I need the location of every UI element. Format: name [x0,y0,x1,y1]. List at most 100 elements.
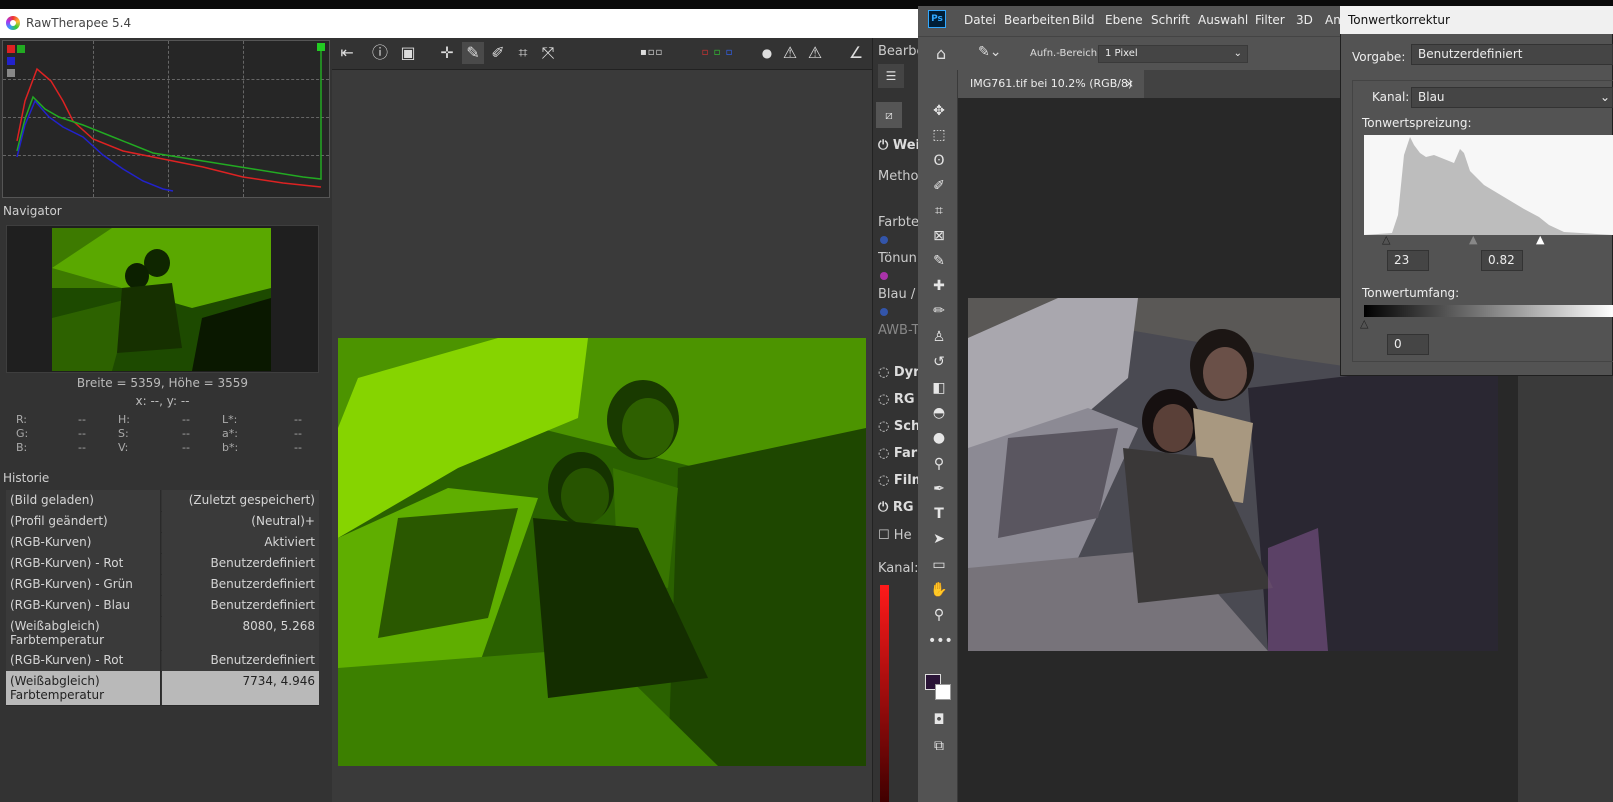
sample-size-select[interactable]: 1 Pixel ⌄ [1098,45,1248,63]
black-point-slider[interactable]: △ [1382,233,1390,246]
section-far[interactable]: ◌ Far [878,446,920,461]
input-black-field[interactable]: 23 [1387,250,1429,271]
eyedropper-tool-icon[interactable]: ✎ [928,251,950,271]
document-tab[interactable]: IMG761.tif bei 10.2% (RGB/8) × [958,70,1144,98]
marquee-tool-icon[interactable]: ⬚ [928,125,950,145]
blur-tool-icon[interactable]: ● [928,428,950,448]
history-row[interactable]: (RGB-Kurven) - Blau Benutzerdefiniert [6,595,319,617]
histogram-green-toggle[interactable] [17,45,25,53]
shadow-warning-icon[interactable]: ⚠ [779,42,801,64]
history-row[interactable]: (RGB-Kurven) - Rot Benutzerdefiniert [6,650,319,672]
rectangle-tool-icon[interactable]: ▭ [928,555,950,575]
history-brush-icon[interactable]: ↺ [928,352,950,372]
section-rgb-curves[interactable]: ⏻ RG [878,500,920,515]
eraser-tool-icon[interactable]: ◧ [928,378,950,398]
section-dynamic[interactable]: ◌ Dyn [878,365,920,380]
edit-tab-label[interactable]: Bearbe [878,44,920,59]
path-select-icon[interactable]: ➤ [928,529,950,549]
eyedropper-preset-icon[interactable]: ✎⌄ [978,44,1001,60]
crop-tool-icon[interactable]: ⌗ [512,42,534,64]
section-film[interactable]: ◌ Film [878,473,920,488]
histogram-red-toggle[interactable] [7,45,15,53]
info-icon[interactable]: ⓘ [369,42,391,64]
history-row[interactable]: (Profil geändert) (Neutral)+ [6,511,319,533]
paint-bucket-icon[interactable]: ◓ [928,403,950,423]
menu-bearbeiten[interactable]: Bearbeiten [1004,13,1070,27]
exposure-tab-icon[interactable]: ⧄ [876,102,902,128]
lasso-tool-icon[interactable]: ʘ [928,151,950,171]
history-row[interactable]: (Bild geladen) (Zuletzt gespeichert) [6,490,319,512]
white-balance-picker-icon[interactable]: ✎ [462,42,484,64]
white-balance-section[interactable]: ⏻ Wei [878,138,920,153]
value-label-s: S: [118,427,129,440]
luminosity-checkbox[interactable]: ☐ He [878,528,920,543]
output-black-slider[interactable]: △ [1360,317,1368,330]
quick-select-tool-icon[interactable]: ✐ [928,176,950,196]
menu-schrift[interactable]: Schrift [1151,13,1190,27]
close-icon[interactable]: × [1125,70,1134,98]
collapse-left-panel-icon[interactable]: ⇤ [336,42,358,64]
pen-tool-icon[interactable]: ✒ [928,479,950,499]
histogram-raw-indicator[interactable] [317,43,325,51]
navigator-thumbnail[interactable] [52,228,271,371]
rawtherapee-titlebar: RawTherapee 5.4 [0,9,950,38]
menu-auswahl[interactable]: Auswahl [1198,13,1248,27]
hand-tool-icon[interactable]: ✋ [928,580,950,600]
history-value: (Neutral)+ [162,511,319,532]
collapse-right-panel-icon[interactable]: ∠ [845,42,867,64]
menu-ebene[interactable]: Ebene [1105,13,1143,27]
menu-3d[interactable]: 3D [1296,13,1313,27]
quick-mask-icon[interactable]: ◘ [928,710,950,730]
section-rgb[interactable]: ◌ RG [878,392,920,407]
straighten-tool-icon[interactable]: ✐ [487,42,509,64]
menu-filter[interactable]: Filter [1255,13,1285,27]
list-icon[interactable]: ☰ [878,64,904,88]
transform-tool-icon[interactable]: ⤧ [537,42,559,64]
value-a: -- [294,427,302,440]
power-icon: ◌ [878,392,894,407]
home-icon[interactable]: ⌂ [936,44,946,63]
blue-red-slider-knob[interactable] [880,308,888,316]
histogram-luma-toggle[interactable] [7,69,15,77]
dodge-tool-icon[interactable]: ⚲ [928,454,950,474]
clone-stamp-icon[interactable]: ♙ [928,327,950,347]
menu-ansicht[interactable]: An [1325,13,1341,27]
zoom-tool-icon[interactable]: ⚲ [928,605,950,625]
move-tool-icon[interactable]: ✥ [928,101,950,121]
rawtherapee-preview-image[interactable] [338,338,866,766]
before-after-icon[interactable]: ▣ [397,42,419,64]
highlight-warning-icon[interactable]: ⚠ [804,42,826,64]
power-icon: ◌ [878,473,894,488]
preset-select[interactable]: Benutzerdefiniert [1411,44,1613,65]
white-point-slider[interactable]: ▲ [1536,233,1544,246]
focus-mask-icon[interactable]: ● [756,42,778,64]
history-row[interactable]: (RGB-Kurven) - Rot Benutzerdefiniert [6,553,319,575]
background-color-icon[interactable]: ▪▫▫ [640,42,662,64]
type-tool-icon[interactable]: T [928,504,950,524]
section-sch[interactable]: ◌ Sch [878,419,920,434]
sample-size-value: 1 Pixel [1105,48,1138,59]
menu-datei[interactable]: Datei [964,13,996,27]
crop-tool-icon[interactable]: ⌗ [928,201,950,221]
histogram-blue-toggle[interactable] [7,57,15,65]
more-tools-icon[interactable]: ••• [928,631,953,651]
history-row[interactable]: (RGB-Kurven) - Grün Benutzerdefiniert [6,574,319,596]
history-row-selected[interactable]: (Weißabgleich) Farbtemperatur 7734, 4.94… [6,671,319,706]
history-row[interactable]: (RGB-Kurven) Aktiviert [6,532,319,554]
input-gamma-field[interactable]: 0.82 [1481,250,1523,271]
channel-select[interactable]: Blau ⌄ [1411,87,1613,108]
brush-tool-icon[interactable]: ✏ [928,301,950,321]
background-color-swatch[interactable] [935,684,951,700]
gamma-slider[interactable]: ▲ [1469,233,1477,246]
frame-tool-icon[interactable]: ⊠ [928,226,950,246]
screen-mode-icon[interactable]: ⧉ [928,736,950,756]
temperature-slider-knob[interactable] [880,236,888,244]
channel-blue-icon[interactable]: ▫ [718,42,740,64]
value-label-r: R: [16,413,28,426]
healing-brush-icon[interactable]: ✚ [928,276,950,296]
tint-slider-knob[interactable] [880,272,888,280]
menu-bild[interactable]: Bild [1072,13,1095,27]
history-row[interactable]: (Weißabgleich) Farbtemperatur 8080, 5.26… [6,616,319,651]
hand-tool-icon[interactable]: ✛ [436,42,458,64]
output-black-field[interactable]: 0 [1387,334,1429,355]
